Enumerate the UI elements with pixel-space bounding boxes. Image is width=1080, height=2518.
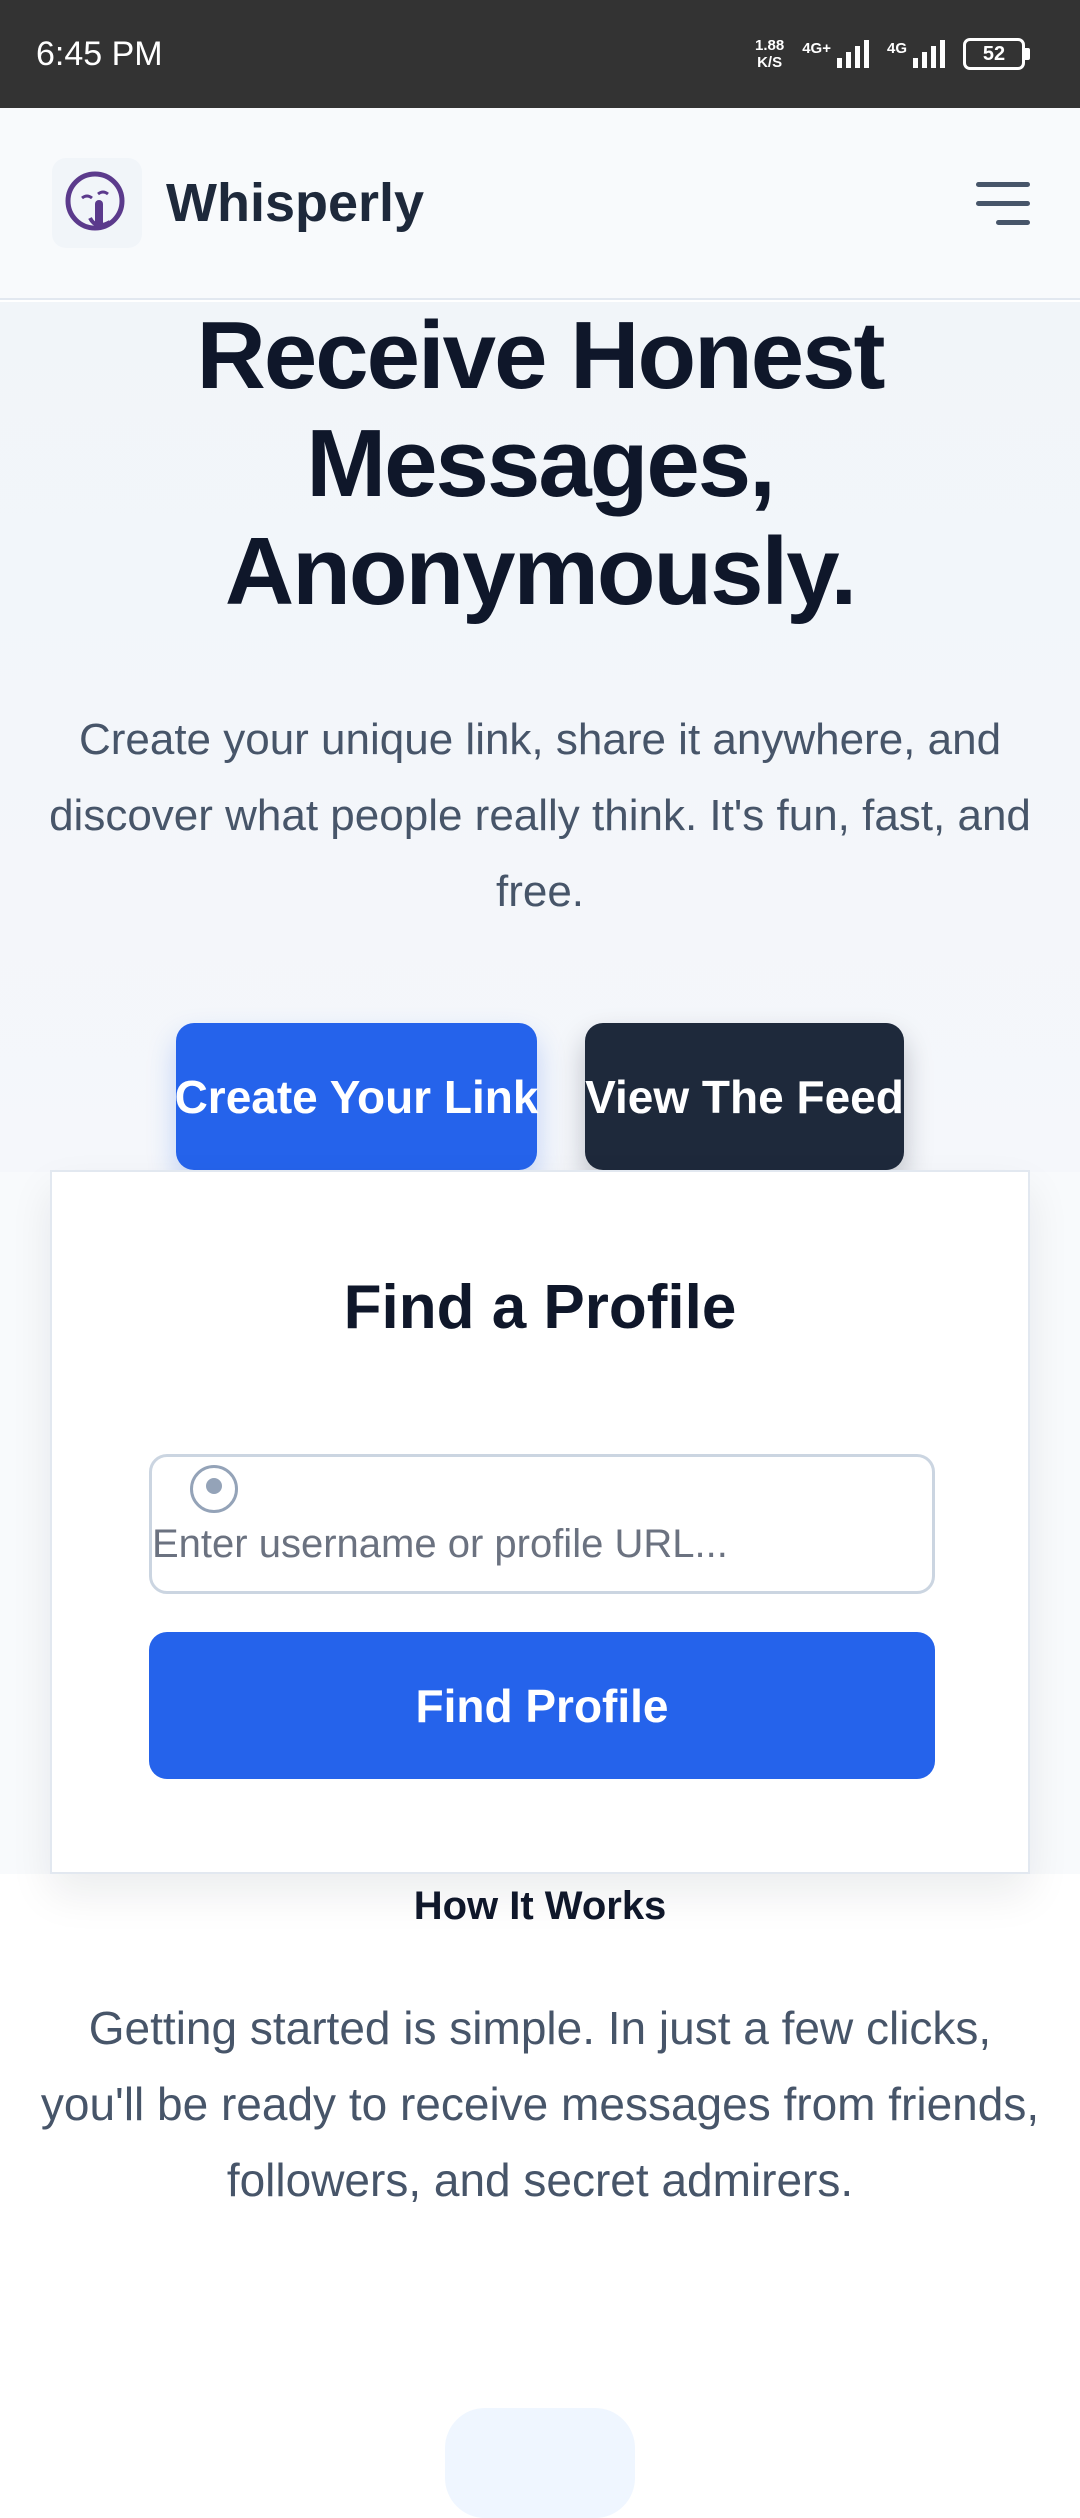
create-link-button[interactable]: Create Your Link [175, 1023, 538, 1170]
signal-2-label: 4G [886, 40, 907, 57]
battery-level: 52 [982, 42, 1006, 65]
signal-icon: 4G+ [802, 40, 869, 68]
status-icons: 1.88 K/S 4G+ 4G 52 [755, 37, 1030, 71]
touch-indicator-icon [190, 1465, 238, 1513]
hero-title-line2: Messages, [306, 410, 776, 517]
hero-title-line3: Anonymously. [224, 518, 857, 625]
how-it-works-title: How It Works [413, 1884, 667, 1928]
top-navbar: Whisperly [0, 108, 1080, 300]
search-input[interactable] [152, 1457, 932, 1591]
how-it-works-description: Getting started is simple. In just a few… [40, 2002, 1040, 2206]
hero-subtitle: Create your unique link, share it anywhe… [49, 715, 1031, 916]
battery-icon: 52 [963, 38, 1030, 70]
hero-title-line1: Receive Honest [196, 302, 886, 409]
step-icon-container [445, 2408, 635, 2518]
brand-name: Whisperly [166, 173, 425, 233]
network-speed-unit: K/S [757, 54, 783, 71]
find-profile-card: Find a Profile Find Profile [50, 1170, 1030, 1874]
find-profile-title: Find a Profile [343, 1273, 737, 1342]
status-bar: 6:45 PM 1.88 K/S 4G+ 4G 52 [0, 0, 1080, 108]
find-profile-button[interactable]: Find Profile [149, 1632, 935, 1779]
status-time: 6:45 PM [36, 34, 163, 73]
search-field-wrapper [149, 1454, 935, 1594]
hamburger-menu-icon[interactable] [960, 168, 1030, 238]
signal-icon: 4G [887, 40, 945, 68]
hero-section: Receive Honest Messages, Anonymously. Cr… [0, 302, 1080, 1172]
network-speed: 1.88 K/S [755, 37, 784, 71]
brand-link[interactable]: Whisperly [52, 158, 424, 248]
shush-face-icon [52, 158, 142, 248]
network-speed-value: 1.88 [755, 37, 785, 54]
signal-1-label: 4G+ [802, 40, 831, 57]
view-feed-button[interactable]: View The Feed [585, 1023, 904, 1170]
hero-title: Receive Honest Messages, Anonymously. [0, 302, 1080, 626]
